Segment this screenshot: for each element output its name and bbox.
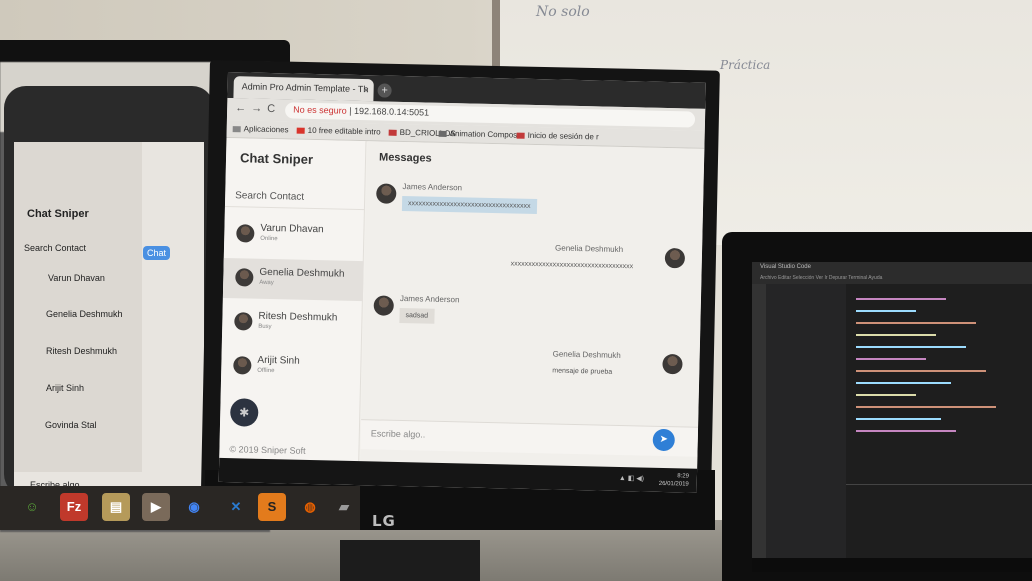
youtube-icon	[296, 127, 305, 134]
avatar	[236, 224, 255, 243]
phone-contact-5: Govinda Stal	[45, 420, 97, 430]
vscode-icon[interactable]: ✕	[222, 493, 250, 521]
monitor-screen: Admin Pro Admin Template - Th × + ← → C …	[218, 72, 706, 493]
contact-status: Busy	[258, 323, 272, 331]
lg-logo: LG	[372, 512, 396, 530]
back-icon[interactable]: ←	[235, 102, 246, 114]
contact-name: Varun Dhavan	[260, 222, 324, 236]
contact-item[interactable]: Arijit Sinh Offline	[221, 346, 362, 389]
divider	[224, 205, 365, 211]
message-bubble: mensaje de prueba	[552, 367, 613, 376]
whiteboard-text-2: Práctica	[720, 58, 771, 72]
phone-search-label: Search Contact	[24, 243, 87, 253]
firefox-icon[interactable]: ◍	[296, 493, 324, 521]
phone-contact-2: Genelia Deshmukh	[46, 309, 123, 319]
whiteboard-frame	[492, 0, 500, 70]
phone-chat-chip: Chat	[143, 246, 171, 260]
phone-contact-4: Arijit Sinh	[46, 383, 85, 393]
search-contact-input[interactable]: Search Contact	[235, 190, 304, 203]
message-bubble: sadsad	[399, 307, 435, 324]
message-author: James Anderson	[399, 293, 460, 305]
forward-icon[interactable]: →	[251, 103, 262, 115]
tab-title: Admin Pro Admin Template - Th	[241, 81, 369, 95]
avatar	[235, 268, 254, 287]
apps-icon	[232, 126, 241, 133]
bookmark-intro[interactable]: 10 free editable intro	[296, 126, 381, 136]
bookmark-icon	[438, 130, 447, 137]
android-icon[interactable]: ☺	[18, 493, 46, 521]
chat-app: Chat Sniper Search Contact Varun Dhavan …	[219, 137, 705, 469]
message-input[interactable]: Escribe algo..	[371, 428, 426, 439]
message-avatar	[664, 247, 686, 269]
message-author: Genelia Deshmukh	[552, 349, 621, 360]
browser-tab[interactable]: Admin Pro Admin Template - Th ×	[233, 76, 374, 102]
contact-status: Away	[259, 279, 274, 287]
vscode-titlebar: Visual Studio Code	[752, 262, 1032, 274]
whiteboard-text-1: No solo	[536, 4, 590, 20]
contact-status: Offline	[257, 367, 275, 375]
tray-clock[interactable]: 8:29 26/01/2019	[659, 472, 689, 489]
filezilla-icon[interactable]: Fz	[60, 493, 88, 521]
message-avatar	[376, 183, 397, 204]
gear-icon[interactable]: ✱	[229, 398, 259, 427]
phone-contact-1: Varun Dhavan	[48, 273, 105, 283]
message-bubble: xxxxxxxxxxxxxxxxxxxxxxxxxxxxxxxxxxx	[510, 260, 634, 271]
message-author: James Anderson	[402, 181, 463, 193]
chrome-icon[interactable]: ◉	[180, 493, 208, 521]
vscode-menu: Archivo Editar Selección Ver Ir Depurar …	[752, 274, 1032, 284]
vscode-editor	[846, 284, 1032, 484]
contacts-sidebar: Chat Sniper Search Contact Varun Dhavan …	[219, 137, 367, 462]
files-icon[interactable]: ▰	[330, 493, 358, 521]
avatar	[234, 312, 253, 331]
reload-icon[interactable]: C	[267, 103, 275, 115]
new-tab-button[interactable]: +	[377, 83, 392, 98]
messages-panel: Messages James Anderson xxxxxxxxxxxxxxxx…	[360, 141, 705, 469]
tray-icons[interactable]: ▲ ◧ ◀)	[619, 474, 644, 483]
clock-date: 26/01/2019	[658, 480, 689, 488]
compose-bar: Escribe algo.. ➤	[360, 419, 699, 457]
media-player-icon[interactable]: ▶	[142, 493, 170, 521]
contact-item[interactable]: Ritesh Deshmukh Busy	[222, 302, 363, 345]
footer-copyright: © 2019 Sniper Soft	[229, 444, 306, 456]
contact-name: Arijit Sinh	[257, 354, 300, 367]
message-author: Genelia Deshmukh	[554, 243, 624, 255]
bookmark-apps[interactable]: Aplicaciones	[232, 124, 289, 134]
laptop-screen: Visual Studio Code Archivo Editar Selecc…	[752, 262, 1032, 572]
vscode-activity-bar	[752, 284, 766, 572]
send-icon[interactable]: ➤	[652, 428, 676, 452]
folder-icon[interactable]: ▤	[102, 493, 130, 521]
bookmark-login[interactable]: Inicio de sesión de r	[516, 131, 599, 141]
app-brand: Chat Sniper	[239, 150, 314, 167]
phone-brand: Chat Sniper	[27, 208, 89, 220]
message-avatar	[373, 295, 394, 316]
vscode-terminal	[846, 484, 1032, 564]
sublime-icon[interactable]: S	[258, 493, 286, 521]
contact-name: Genelia Deshmukh	[259, 266, 345, 280]
monitor-stand	[340, 540, 480, 581]
url-text: 192.168.0.14:5051	[353, 105, 430, 118]
avatar	[233, 356, 252, 375]
contact-name: Ritesh Deshmukh	[258, 310, 338, 324]
security-warning: No es seguro	[293, 104, 347, 116]
contact-item-active[interactable]: Genelia Deshmukh Away	[222, 257, 364, 302]
messages-title: Messages	[378, 151, 432, 165]
bookmark-icon	[516, 132, 525, 139]
phone-contact-3: Ritesh Deshmukh	[46, 346, 118, 356]
bookmark-animation[interactable]: Animation Compos	[438, 129, 517, 140]
contact-status: Online	[260, 235, 278, 243]
laptop-taskbar	[752, 558, 1032, 572]
bookmark-icon	[388, 129, 397, 136]
tab-close-icon[interactable]: ×	[364, 85, 369, 95]
message-bubble: xxxxxxxxxxxxxxxxxxxxxxxxxxxxxxxxxxx	[401, 195, 537, 215]
vscode-explorer	[766, 284, 846, 572]
message-avatar	[662, 353, 683, 375]
contact-item[interactable]: Varun Dhavan Online	[224, 214, 365, 257]
